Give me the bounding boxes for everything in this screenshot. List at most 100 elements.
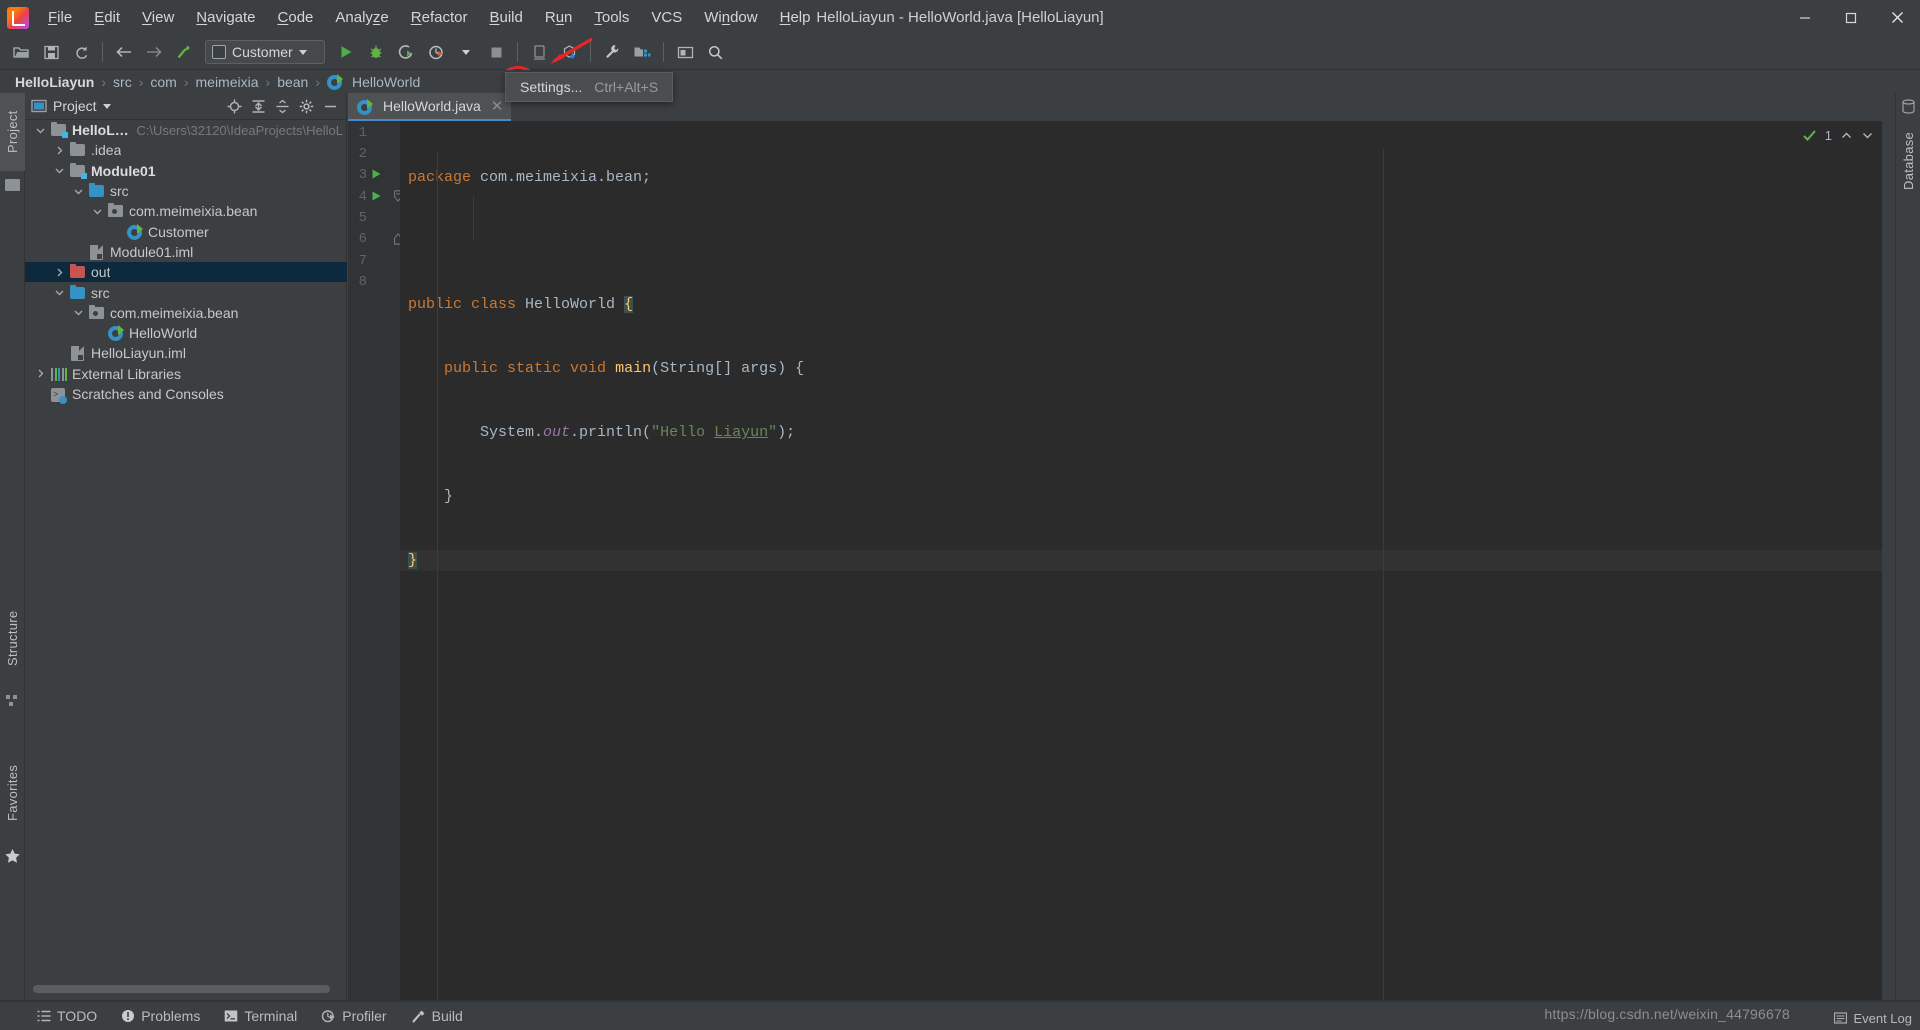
chevron-down-icon[interactable] [71,306,85,320]
stop-button[interactable] [483,39,509,65]
save-all-icon[interactable] [38,39,64,65]
close-tab-icon[interactable]: ✕ [491,97,504,115]
chevron-down-icon[interactable] [52,164,66,178]
breadcrumb-item-bean[interactable]: bean [272,74,313,90]
sidebar-tab-database[interactable]: Database [1896,121,1920,201]
profiler-button[interactable] [423,39,449,65]
star-icon[interactable] [4,848,21,865]
menu-build[interactable]: Build [478,0,533,35]
structure-icon[interactable] [5,693,20,708]
tree-node-idea[interactable]: .idea [25,140,347,160]
profiler-dropdown-caret[interactable] [453,39,479,65]
chevron-down-icon[interactable] [52,286,66,300]
tree-node-module01-iml[interactable]: Module01.iml [25,242,347,262]
breadcrumb-item-src[interactable]: src [108,74,137,90]
tree-node-helloliayun[interactable]: HelloLiayunC:\Users\32120\IdeaProjects\H… [25,120,347,140]
run-class-gutter-icon[interactable] [370,168,382,180]
status-problems-label: Problems [141,1008,200,1024]
project-tree[interactable]: HelloLiayunC:\Users\32120\IdeaProjects\H… [25,120,347,977]
collapse-all-icon[interactable] [272,96,292,116]
forward-arrow-icon[interactable] [141,39,167,65]
expand-all-icon[interactable] [248,96,268,116]
maximize-button[interactable] [1828,0,1874,35]
menu-vcs[interactable]: VCS [640,0,693,35]
layout-icon[interactable] [672,39,698,65]
menu-bar: File Edit View Navigate Code Analyze Ref… [37,0,822,35]
breadcrumb-item-helloworld[interactable]: HelloWorld [322,74,425,90]
status-problems[interactable]: Problems [109,1002,212,1030]
menu-view[interactable]: View [131,0,185,35]
gear-icon[interactable] [296,96,316,116]
tree-node-helloworld[interactable]: HelloWorld [25,323,347,343]
toolbar-separator-4 [663,42,664,62]
run-coverage-button[interactable] [393,39,419,65]
sync-refresh-icon[interactable] [68,39,94,65]
sidebar-tab-favorites[interactable]: Favorites [0,748,25,838]
status-terminal[interactable]: Terminal [212,1002,309,1030]
menu-file[interactable]: File [37,0,83,35]
chevron-right-icon[interactable] [33,367,47,381]
chevron-right-icon[interactable] [52,265,66,279]
chevron-down-icon[interactable] [90,204,104,218]
breadcrumb-item-com[interactable]: com [145,74,181,90]
tree-node-src[interactable]: src [25,181,347,201]
project-structure-icon[interactable] [629,39,655,65]
back-arrow-icon[interactable] [111,39,137,65]
tree-node-com-meimeixia-bean[interactable]: com.meimeixia.bean [25,303,347,323]
menu-run[interactable]: Run [534,0,584,35]
breadcrumb-item-meimeixia[interactable]: meimeixia [191,74,264,90]
status-todo[interactable]: TODO [25,1002,109,1030]
breadcrumb-item-project[interactable]: HelloLiayun [10,74,99,90]
run-configuration-selector[interactable]: Customer [205,40,325,64]
close-button[interactable] [1874,0,1920,35]
tree-node-module01[interactable]: Module01 [25,161,347,181]
tree-node-src[interactable]: src [25,282,347,302]
tree-node-helloliayun-iml[interactable]: HelloLiayun.iml [25,343,347,363]
debug-button[interactable] [363,39,389,65]
editor-tab-helloworld[interactable]: HelloWorld.java ✕ [348,93,511,121]
inspection-widget[interactable]: 1 [1802,124,1874,146]
menu-tools[interactable]: Tools [583,0,640,35]
tree-node-scratches-and-consoles[interactable]: Scratches and Consoles [25,384,347,404]
chevron-down-icon[interactable] [1861,129,1874,142]
folder-icon[interactable] [5,179,20,191]
menu-code[interactable]: Code [267,0,325,35]
run-button[interactable] [333,39,359,65]
chevron-right-icon[interactable] [52,143,66,157]
hide-panel-icon[interactable] [320,96,340,116]
menu-analyze[interactable]: Analyze [324,0,399,35]
line-number: 1 [327,125,367,141]
status-profiler[interactable]: Profiler [309,1002,398,1030]
device-manager-icon[interactable] [526,39,552,65]
open-folder-icon[interactable] [8,39,34,65]
event-log-button[interactable]: Event Log [1834,1011,1912,1026]
tree-node-label: HelloLiayun [72,122,129,138]
chevron-up-icon[interactable] [1840,129,1853,142]
minimize-button[interactable] [1782,0,1828,35]
editor-gutter[interactable]: 1 2 3 4 5 6 7 8 [348,121,400,1001]
locate-target-icon[interactable] [224,96,244,116]
tree-node-com-meimeixia-bean[interactable]: com.meimeixia.bean [25,201,347,221]
chevron-down-icon[interactable] [33,123,47,137]
status-build[interactable]: Build [399,1002,475,1030]
menu-navigate[interactable]: Navigate [185,0,266,35]
menu-edit[interactable]: Edit [83,0,131,35]
settings-wrench-icon[interactable] [599,39,625,65]
search-everywhere-icon[interactable] [702,39,728,65]
project-tree-horizontal-scrollbar[interactable] [33,985,333,993]
tree-node-customer[interactable]: Customer [25,221,347,241]
menu-help[interactable]: Help [769,0,822,35]
menu-refactor[interactable]: Refactor [400,0,479,35]
update-project-icon[interactable] [556,39,582,65]
sidebar-tab-project[interactable]: Project [0,93,25,171]
sidebar-tab-structure[interactable]: Structure [0,593,25,683]
project-panel-title[interactable]: Project [31,98,111,114]
database-icon[interactable] [1901,99,1916,114]
chevron-down-icon[interactable] [71,184,85,198]
tree-node-out[interactable]: out [25,262,347,282]
build-hammer-icon[interactable] [171,39,197,65]
tree-node-external-libraries[interactable]: External Libraries [25,364,347,384]
code-content[interactable]: package com.meimeixia.bean; public class… [400,121,1882,1001]
run-method-gutter-icon[interactable] [370,190,382,202]
menu-window[interactable]: Window [693,0,768,35]
